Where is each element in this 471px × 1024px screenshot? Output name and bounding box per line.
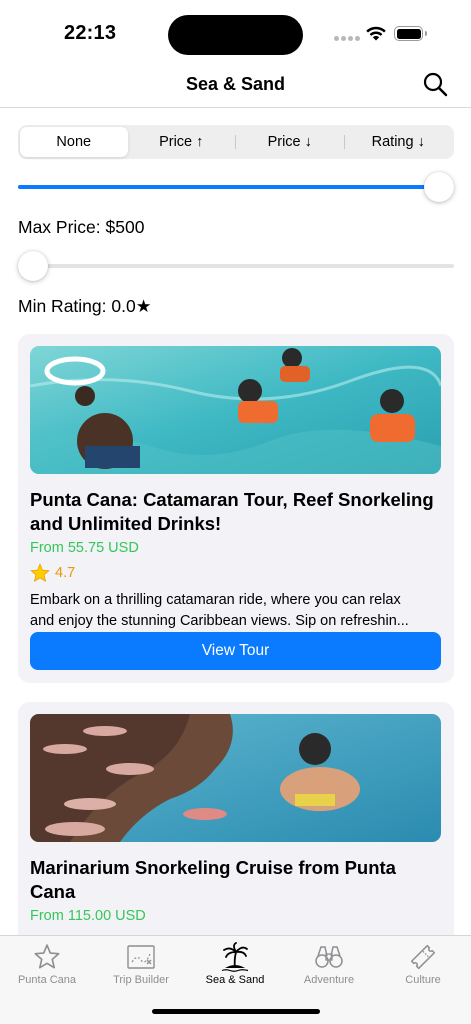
search-button[interactable] [421, 70, 449, 98]
tour-description: Embark on a thrilling catamaran ride, wh… [30, 590, 442, 632]
tour-rating: 4.7 [30, 563, 75, 583]
min-rating-label: Min Rating: 0.0★ [18, 296, 152, 316]
tour-description-line: and enjoy the stunning Caribbean views. … [30, 613, 409, 629]
sort-option-none[interactable]: None [20, 127, 128, 157]
tour-price: From 55.75 USD [30, 540, 139, 556]
tour-price: From 115.00 USD [30, 908, 146, 924]
search-icon [423, 72, 448, 97]
cellular-signal-icon [334, 36, 360, 41]
tab-culture[interactable]: Culture [376, 942, 470, 986]
map-icon [127, 945, 155, 969]
palm-island-icon [221, 942, 249, 972]
tour-rating-value: 4.7 [55, 565, 76, 581]
sort-segmented-control[interactable]: None Price ↑ Price ↓ Rating ↓ [18, 125, 454, 159]
tab-punta-cana[interactable]: Punta Cana [0, 942, 94, 986]
tour-card[interactable]: Punta Cana: Catamaran Tour, Reef Snorkel… [18, 334, 454, 683]
tour-title: Marinarium Snorkeling Cruise from Punta … [30, 857, 396, 902]
home-indicator [152, 1009, 320, 1014]
max-price-slider-fill [18, 185, 439, 189]
view-tour-button[interactable]: View Tour [30, 632, 441, 670]
tab-adventure[interactable]: Adventure [282, 942, 376, 986]
tab-label: Adventure [303, 974, 355, 986]
max-price-label: Max Price: $500 [18, 217, 145, 237]
min-rating-slider[interactable] [18, 251, 454, 281]
tour-image-snorkeling[interactable] [30, 346, 441, 474]
star-icon [30, 563, 50, 583]
tour-description-line: Embark on a thrilling catamaran ride, wh… [30, 592, 401, 608]
star-icon [34, 944, 60, 969]
status-time: 22:13 [64, 22, 117, 44]
tour-card[interactable]: Marinarium Snorkeling Cruise from Punta … [18, 702, 454, 935]
sort-option-price-asc[interactable]: Price ↑ [128, 127, 236, 157]
page-title: Sea & Sand [185, 74, 286, 94]
battery-icon [394, 26, 427, 41]
tab-label: Sea & Sand [205, 974, 265, 986]
max-price-slider-thumb[interactable] [424, 172, 454, 202]
sort-option-rating-desc[interactable]: Rating ↓ [345, 127, 453, 157]
tour-image-marinarium[interactable] [30, 714, 441, 842]
tab-sea-and-sand[interactable]: Sea & Sand [188, 942, 282, 986]
tab-label: Punta Cana [17, 974, 77, 986]
dynamic-island [168, 15, 303, 55]
status-bar: 22:13 [0, 0, 471, 62]
sort-option-price-desc[interactable]: Price ↓ [236, 127, 344, 157]
ticket-icon [410, 944, 436, 970]
wifi-icon [365, 24, 387, 46]
tour-title: Punta Cana: Catamaran Tour, Reef Snorkel… [30, 489, 434, 534]
content-scroll[interactable]: None Price ↑ Price ↓ Rating ↓ Max Price:… [0, 109, 471, 935]
tab-trip-builder[interactable]: Trip Builder [94, 942, 188, 986]
tab-label: Trip Builder [113, 974, 169, 986]
tab-label: Culture [405, 974, 441, 986]
min-rating-slider-thumb[interactable] [18, 251, 48, 281]
max-price-slider[interactable] [18, 172, 454, 202]
binoculars-icon [315, 946, 343, 968]
navigation-bar: Sea & Sand [0, 62, 471, 108]
